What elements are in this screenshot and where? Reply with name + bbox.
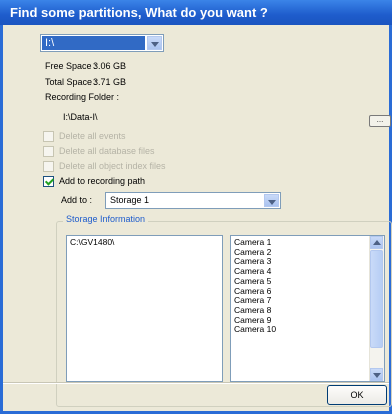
option-add-to-recording-path[interactable]: Add to recording path: [43, 174, 145, 188]
checkbox[interactable]: [43, 130, 54, 142]
chevron-down-icon[interactable]: [147, 36, 162, 50]
footer-divider: [3, 382, 389, 384]
camera-list-scrollbar[interactable]: [369, 236, 384, 381]
checkbox[interactable]: [43, 160, 54, 172]
total-space-value: 3.71 GB: [93, 77, 127, 87]
checkmark-icon[interactable]: [43, 175, 54, 187]
recording-folder-label: Recording Folder :: [45, 92, 120, 102]
drive-select-value: I:\: [42, 36, 145, 50]
arrow-down-icon[interactable]: [370, 368, 383, 381]
scrollbar-thumb[interactable]: [370, 250, 383, 348]
add-to-label: Add to :: [61, 195, 93, 205]
option-label: Delete all database files: [59, 146, 155, 156]
recording-folder-value: I:\Data-I\: [63, 112, 98, 122]
total-space-label: Total Space :: [45, 77, 98, 87]
storage-select-value: Storage 1: [110, 195, 150, 205]
storage-information-title: Storage Information: [63, 214, 149, 224]
free-space-value: 3.06 GB: [93, 61, 127, 71]
chevron-down-icon[interactable]: [264, 194, 279, 207]
list-item[interactable]: Camera 10: [231, 325, 384, 335]
list-item[interactable]: C:\GV1480\: [67, 236, 222, 248]
partition-dialog: Find some partitions, What do you want ?…: [0, 0, 392, 414]
option-label: Delete all events: [59, 131, 126, 141]
dialog-title: Find some partitions, What do you want ?: [0, 0, 392, 25]
drive-select[interactable]: I:\: [40, 34, 164, 52]
storage-path-list[interactable]: C:\GV1480\: [66, 235, 223, 382]
camera-list[interactable]: Camera 1 Camera 2 Camera 3 Camera 4 Came…: [230, 235, 385, 382]
free-space-label: Free Space :: [45, 61, 97, 71]
option-delete-object-index[interactable]: Delete all object index files: [43, 159, 166, 173]
ok-button[interactable]: OK: [327, 385, 387, 405]
option-label: Add to recording path: [59, 176, 146, 186]
option-label: Delete all object index files: [59, 161, 166, 171]
checkbox[interactable]: [43, 145, 54, 157]
storage-select[interactable]: Storage 1: [105, 192, 281, 209]
arrow-up-icon[interactable]: [370, 236, 383, 249]
option-delete-events[interactable]: Delete all events: [43, 129, 126, 143]
dialog-client: I:\ Free Space : 3.06 GB Total Space : 3…: [3, 25, 392, 411]
browse-button[interactable]: ...: [369, 115, 391, 127]
option-delete-database[interactable]: Delete all database files: [43, 144, 155, 158]
